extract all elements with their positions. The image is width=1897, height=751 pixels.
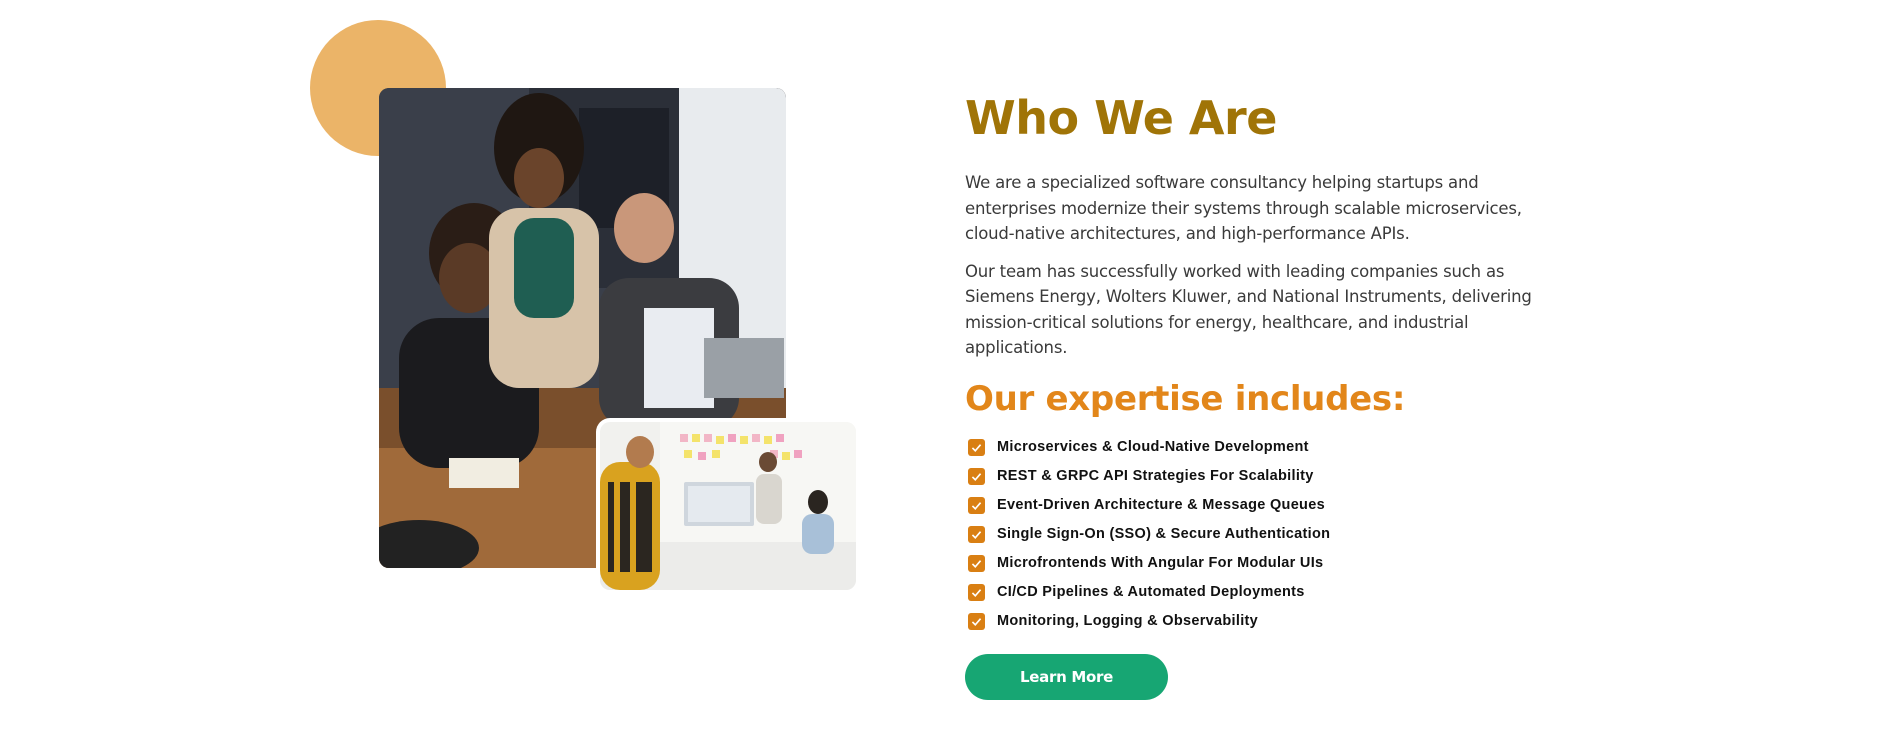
expertise-title: Our expertise includes: [965,378,1406,419]
checkbox-checked-icon [968,612,985,630]
list-item: Event-Driven Architecture & Message Queu… [965,491,1545,520]
list-item: CI/CD Pipelines & Automated Deployments [965,578,1545,607]
list-item: REST & GRPC API Strategies For Scalabili… [965,462,1545,491]
checkbox-checked-icon [968,496,985,514]
intro-paragraph: We are a specialized software consultanc… [965,173,1522,243]
checkbox-checked-icon [968,467,985,485]
checkbox-checked-icon [968,525,985,543]
expertise-item-label: Event-Driven Architecture & Message Queu… [997,497,1325,513]
learn-more-button[interactable]: Learn More [965,653,1168,700]
expertise-item-label: Single Sign-On (SSO) & Secure Authentica… [997,526,1331,542]
expertise-item-label: Monitoring, Logging & Observability [997,613,1259,629]
office-whiteboard-photo [600,422,856,590]
checkbox-checked-icon [968,583,985,601]
clients-paragraph: Our team has successfully worked with le… [965,261,1532,358]
expertise-item-label: Microfrontends With Angular For Modular … [997,555,1324,571]
expertise-item-label: CI/CD Pipelines & Automated Deployments [997,584,1305,600]
expertise-item-label: Microservices & Cloud-Native Development [997,439,1309,455]
checkbox-checked-icon [968,438,985,456]
list-item: Monitoring, Logging & Observability [965,607,1545,636]
checkbox-checked-icon [968,554,985,572]
who-we-are-section: Who We Are We are a specialized software… [965,88,1545,700]
list-item: Microservices & Cloud-Native Development [965,433,1545,462]
expertise-item-label: REST & GRPC API Strategies For Scalabili… [997,468,1314,484]
section-title: Who We Are [965,91,1277,145]
list-item: Single Sign-On (SSO) & Secure Authentica… [965,520,1545,549]
expertise-list: Microservices & Cloud-Native Development… [965,433,1545,636]
list-item: Microfrontends With Angular For Modular … [965,549,1545,578]
